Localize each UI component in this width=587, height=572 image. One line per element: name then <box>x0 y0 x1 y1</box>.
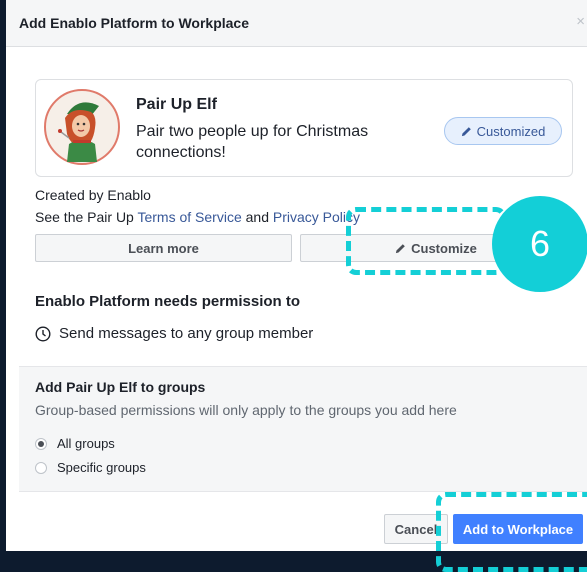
app-description: Pair two people up for Christmas connect… <box>136 123 369 161</box>
permission-item: Send messages to any group member <box>35 325 313 342</box>
app-name: Pair Up Elf <box>136 96 217 113</box>
close-icon[interactable]: × <box>576 13 585 30</box>
add-to-workplace-button[interactable]: Add to Workplace <box>453 514 583 544</box>
step-number-badge: 6 <box>492 196 587 292</box>
dialog-title: Add Enablo Platform to Workplace <box>19 15 249 31</box>
groups-panel: Add Pair Up Elf to groups Group-based pe… <box>19 366 587 492</box>
radio-all-groups[interactable]: All groups <box>35 436 115 451</box>
customize-label: Customize <box>411 240 477 256</box>
terms-prefix: See the Pair Up <box>35 209 138 225</box>
terms-line: See the Pair Up Terms of Service and Pri… <box>35 209 360 225</box>
permissions-title: Enablo Platform needs permission to <box>35 293 301 310</box>
radio-button-selected[interactable] <box>35 437 47 450</box>
radio-label: Specific groups <box>57 460 146 475</box>
elf-avatar <box>44 89 120 165</box>
dialog-header: Add Enablo Platform to Workplace × <box>6 0 587 47</box>
permission-label: Send messages to any group member <box>59 325 314 342</box>
customized-badge[interactable]: Customized <box>444 117 562 145</box>
app-card: Pair Up Elf Pair two people up for Chris… <box>35 79 573 177</box>
radio-label: All groups <box>57 436 115 451</box>
pencil-icon <box>396 243 405 253</box>
created-by-text: Created by Enablo <box>35 187 151 203</box>
pencil-icon <box>461 126 471 136</box>
groups-subtitle: Group-based permissions will only apply … <box>35 402 457 418</box>
learn-more-label: Learn more <box>128 240 199 256</box>
clock-icon <box>35 325 51 342</box>
badge-label: Customized <box>476 123 546 139</box>
terms-of-service-link[interactable]: Terms of Service <box>137 209 241 225</box>
privacy-policy-link[interactable]: Privacy Policy <box>273 209 360 225</box>
terms-and: and <box>241 209 273 225</box>
radio-specific-groups[interactable]: Specific groups <box>35 460 146 475</box>
add-app-dialog: Add Enablo Platform to Workplace × Pair … <box>6 0 587 551</box>
groups-title: Add Pair Up Elf to groups <box>35 379 206 395</box>
radio-button[interactable] <box>35 461 47 474</box>
learn-more-button[interactable]: Learn more <box>35 234 292 262</box>
cancel-button[interactable]: Cancel <box>384 514 448 544</box>
